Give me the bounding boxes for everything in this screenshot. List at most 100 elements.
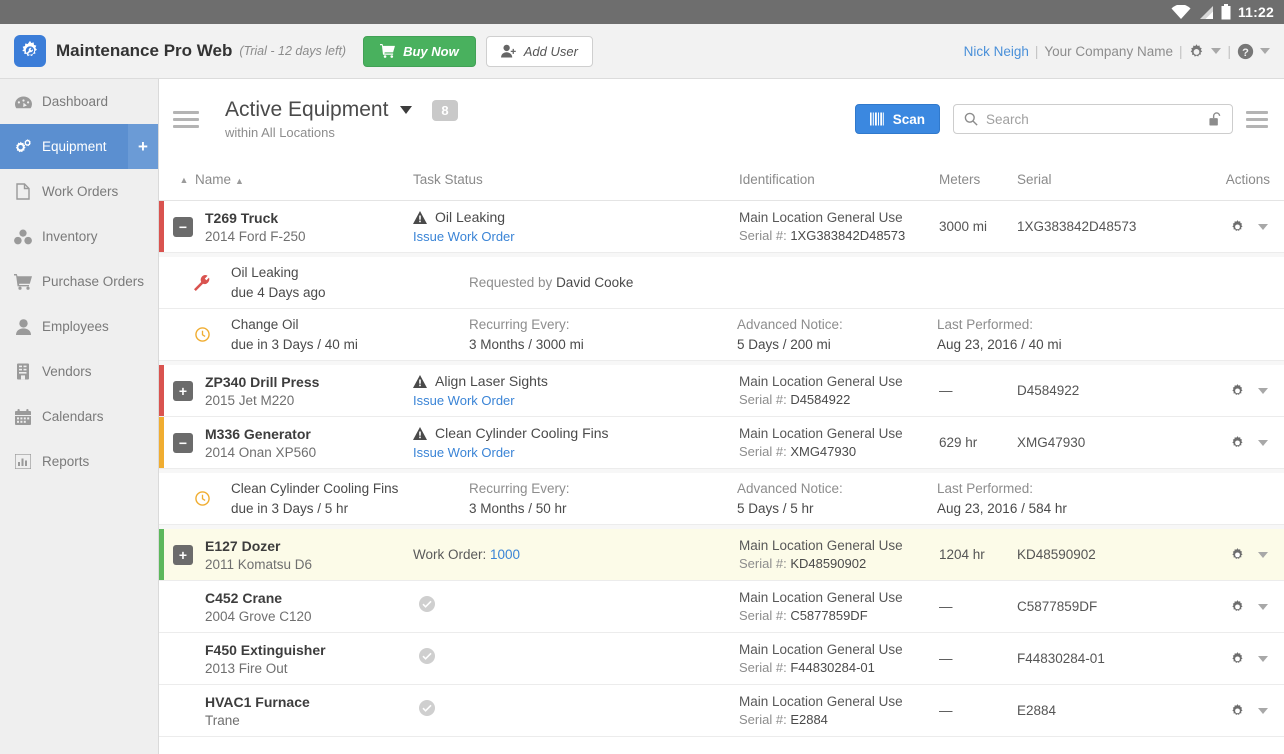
column-header-serial[interactable]: Serial — [1017, 172, 1165, 187]
task-subrow[interactable]: Change Oil due in 3 Days / 40 mi Recurri… — [159, 309, 1284, 361]
sidebar-item-label: Reports — [42, 454, 90, 469]
sidebar-item-reports[interactable]: Reports — [0, 439, 158, 484]
add-user-button[interactable]: Add User — [485, 35, 593, 67]
sidebar-item-work-orders[interactable]: Work Orders — [0, 169, 158, 214]
table-header-row: ▲ Name ▲ Task Status Identification Meter… — [159, 159, 1284, 201]
gear-icon[interactable] — [1230, 435, 1245, 450]
column-header-meters[interactable]: Meters — [939, 172, 1017, 187]
calendar-icon — [12, 408, 34, 425]
help-chevron-down-icon[interactable] — [1260, 48, 1270, 54]
advanced-notice-label: Advanced Notice: — [737, 317, 843, 332]
task-status-cell: Clean Cylinder Cooling Fins Issue Work O… — [413, 425, 739, 460]
row-chevron-down-icon[interactable] — [1258, 551, 1268, 558]
gear-icon[interactable] — [1188, 43, 1205, 60]
task-status-ok — [413, 648, 739, 669]
task-status-cell — [413, 596, 739, 617]
table-row[interactable]: + E127 Dozer 2011 Komatsu D6 Work Order:… — [159, 529, 1284, 581]
sort-indicator[interactable]: ▲ — [173, 175, 195, 185]
row-chevron-down-icon[interactable] — [1258, 387, 1268, 394]
row-chevron-down-icon[interactable] — [1258, 707, 1268, 714]
sidebar-item-vendors[interactable]: Vendors — [0, 349, 158, 394]
row-expand-toggle[interactable]: + — [173, 380, 193, 401]
task-subrow-group: Oil Leaking due 4 Days ago Requested by … — [159, 253, 1284, 365]
buy-now-button[interactable]: Buy Now — [363, 35, 476, 67]
list-menu-icon[interactable] — [1246, 110, 1268, 128]
task-name: Align Laser Sights — [435, 373, 548, 389]
table-row[interactable]: HVAC1 Furnace Trane Main Location Genera… — [159, 685, 1284, 737]
sidebar-item-dashboard[interactable]: Dashboard — [0, 79, 158, 124]
sidebar-item-purchase-orders[interactable]: Purchase Orders — [0, 259, 158, 304]
settings-chevron-down-icon[interactable] — [1211, 48, 1222, 54]
task-subrow[interactable]: Oil Leaking due 4 Days ago Requested by … — [159, 257, 1284, 309]
wifi-icon — [1171, 4, 1191, 19]
gear-icon[interactable] — [1230, 651, 1245, 666]
subrow-icon-cell — [173, 327, 231, 342]
chevron-down-icon[interactable] — [400, 106, 413, 114]
sidebar-item-employees[interactable]: Employees — [0, 304, 158, 349]
page-subtitle: within All Locations — [225, 125, 335, 140]
table-row[interactable]: F450 Extinguisher 2013 Fire Out Main Loc… — [159, 633, 1284, 685]
equipment-meters: — — [939, 383, 953, 398]
identification-cell: Main Location General Use Serial #: D458… — [739, 374, 939, 407]
equipment-table: ▲ Name ▲ Task Status Identification Meter… — [159, 159, 1284, 754]
table-row[interactable]: C452 Crane 2004 Grove C120 Main Location… — [159, 581, 1284, 633]
column-header-name[interactable]: Name ▲ — [195, 172, 413, 187]
hamburger-icon[interactable] — [173, 110, 199, 128]
gear-icon[interactable] — [1230, 703, 1245, 718]
recurring-label: Recurring Every: — [469, 317, 570, 332]
separator-1: | — [1034, 43, 1039, 59]
issue-work-order-link[interactable]: Issue Work Order — [413, 445, 739, 460]
task-status-cell: Align Laser Sights Issue Work Order — [413, 373, 739, 408]
search-input[interactable] — [986, 111, 1201, 127]
last-performed-label: Last Performed: — [937, 481, 1034, 496]
row-chevron-down-icon[interactable] — [1258, 439, 1268, 446]
add-equipment-button[interactable]: + — [128, 124, 158, 169]
equipment-serial-column: F44830284-01 — [1017, 651, 1105, 666]
equipment-model: 2004 Grove C120 — [205, 608, 312, 624]
equipment-name-cell: C452 Crane 2004 Grove C120 — [195, 590, 413, 624]
row-toggle-cell: + — [173, 544, 195, 565]
issue-work-order-link[interactable]: Issue Work Order — [413, 229, 739, 244]
sidebar-item-inventory[interactable]: Inventory — [0, 214, 158, 259]
work-order-line: Work Order: 1000 — [413, 547, 521, 562]
gear-icon[interactable] — [1230, 219, 1245, 234]
barcode-icon — [869, 112, 884, 126]
subrow-icon-cell — [173, 491, 231, 506]
gear-icon[interactable] — [1230, 599, 1245, 614]
unlock-icon[interactable] — [1209, 112, 1222, 126]
table-row[interactable]: − T269 Truck 2014 Ford F-250 Oil Leaking… — [159, 201, 1284, 253]
search-icon — [964, 112, 978, 126]
row-chevron-down-icon[interactable] — [1258, 655, 1268, 662]
equipment-name-cell: E127 Dozer 2011 Komatsu D6 — [195, 538, 413, 572]
table-row[interactable]: − M336 Generator 2014 Onan XP560 Clean C… — [159, 417, 1284, 469]
work-order-link[interactable]: 1000 — [490, 547, 520, 562]
help-icon[interactable]: ? — [1237, 43, 1254, 60]
sidebar-item-label: Dashboard — [42, 94, 109, 109]
row-expand-toggle[interactable]: + — [173, 544, 193, 565]
equipment-serial-column: C5877859DF — [1017, 599, 1098, 614]
add-user-label: Add User — [523, 43, 578, 59]
column-header-task-status[interactable]: Task Status — [413, 172, 739, 187]
sidebar-item-calendars[interactable]: Calendars — [0, 394, 158, 439]
row-expand-toggle[interactable]: − — [173, 216, 193, 237]
gear-icon[interactable] — [1230, 383, 1245, 398]
warning-icon — [413, 210, 427, 224]
issue-work-order-link[interactable]: Issue Work Order — [413, 393, 739, 408]
gear-icon[interactable] — [1230, 547, 1245, 562]
row-chevron-down-icon[interactable] — [1258, 603, 1268, 610]
task-status-text: Clean Cylinder Cooling Fins — [413, 425, 739, 441]
recurring-label: Recurring Every: — [469, 481, 570, 496]
row-chevron-down-icon[interactable] — [1258, 223, 1268, 230]
app-logo-gear-icon[interactable] — [14, 35, 46, 67]
user-name-link[interactable]: Nick Neigh — [964, 44, 1029, 59]
add-user-icon — [500, 44, 516, 58]
task-subrow[interactable]: Clean Cylinder Cooling Fins due in 3 Day… — [159, 473, 1284, 525]
search-box[interactable] — [953, 104, 1233, 134]
sidebar-item-equipment[interactable]: Equipment + — [0, 124, 158, 169]
table-row[interactable]: + ZP340 Drill Press 2015 Jet M220 Align … — [159, 365, 1284, 417]
subrow-col-4: Last Performed: Aug 23, 2016 / 40 mi — [937, 317, 1284, 352]
scan-button[interactable]: Scan — [854, 104, 940, 134]
row-expand-toggle[interactable]: − — [173, 432, 193, 453]
equipment-name: E127 Dozer — [205, 537, 281, 554]
column-header-identification[interactable]: Identification — [739, 172, 939, 187]
